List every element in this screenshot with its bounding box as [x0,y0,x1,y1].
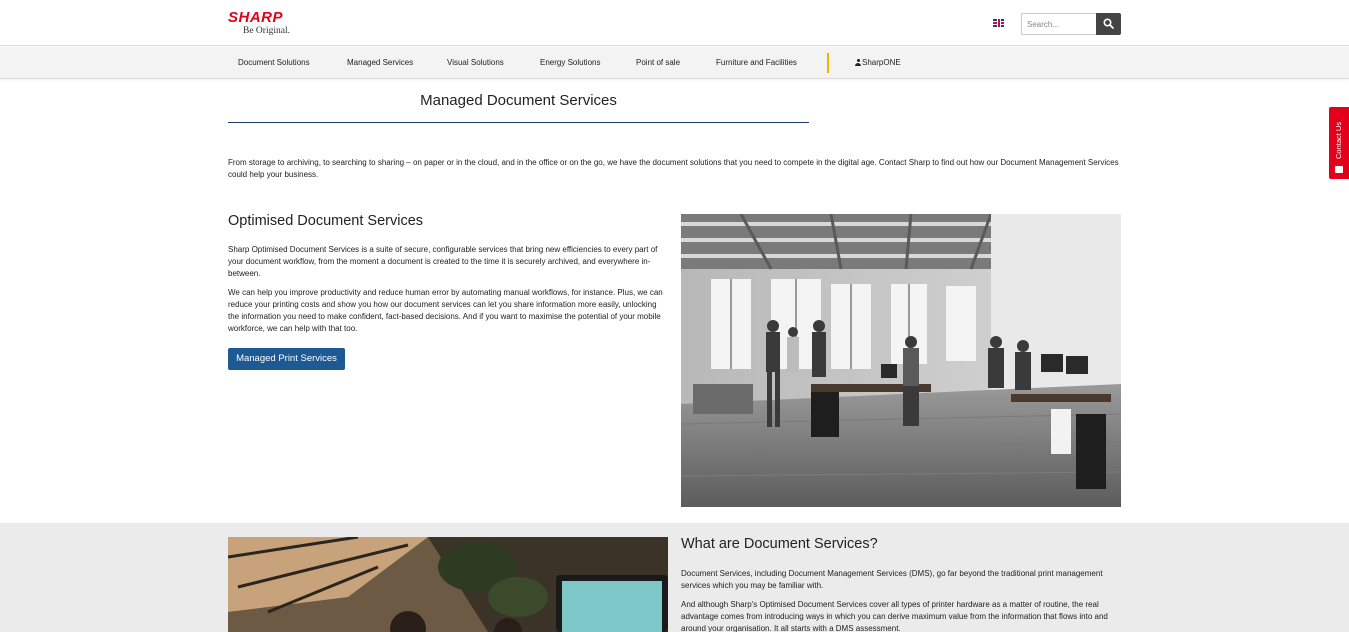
nav-item-energy-solutions[interactable]: Energy Solutions [540,58,600,67]
main-nav: Document Solutions Managed Services Visu… [0,47,1349,79]
logo-wordmark: SHARP [228,9,284,26]
nav-item-sharpone-label: SharpONE [862,58,901,67]
mail-icon [1335,166,1343,173]
page-title: Managed Document Services [420,92,617,109]
office-photo [681,214,1121,507]
section2-paragraph-2: And although Sharp's Optimised Document … [681,600,1108,632]
intro-text: From storage to archiving, to searching … [228,158,1119,179]
workspace-photo [228,537,668,632]
contact-us-label: Contact Us [1334,121,1343,159]
title-underline [228,122,809,123]
nav-item-document-solutions[interactable]: Document Solutions [238,58,310,67]
nav-item-visual-solutions[interactable]: Visual Solutions [447,58,504,67]
workspace-photo-illustration [228,537,668,632]
section1-paragraph-1: Sharp Optimised Document Services is a s… [228,245,658,278]
search-icon [1103,18,1114,29]
section-title-what-are: What are Document Services? [681,536,878,552]
office-photo-illustration [681,214,1121,507]
section1-paragraph-2: We can help you improve productivity and… [228,288,663,333]
nav-item-managed-services[interactable]: Managed Services [347,58,413,67]
section2-band [0,523,1349,632]
managed-print-services-button[interactable]: Managed Print Services [228,348,345,370]
user-icon [855,59,861,66]
uk-flag-icon[interactable] [993,19,1004,27]
site-header: SHARP Be Original. Search... [0,0,1349,46]
section-title-optimised: Optimised Document Services [228,213,424,229]
section2-paragraph-1: Document Services, including Document Ma… [681,569,1103,590]
nav-divider [827,53,829,73]
search-input[interactable]: Search... [1021,13,1097,35]
sharp-logo[interactable]: SHARP Be Original. [228,10,308,40]
nav-item-sharpone[interactable]: SharpONE [855,58,901,67]
logo-tagline: Be Original. [243,26,290,36]
contact-us-tab[interactable]: Contact Us [1329,107,1349,179]
nav-item-furniture-facilities[interactable]: Furniture and Facilities [716,58,797,67]
search-button[interactable] [1096,13,1121,35]
nav-item-point-of-sale[interactable]: Point of sale [636,58,680,67]
